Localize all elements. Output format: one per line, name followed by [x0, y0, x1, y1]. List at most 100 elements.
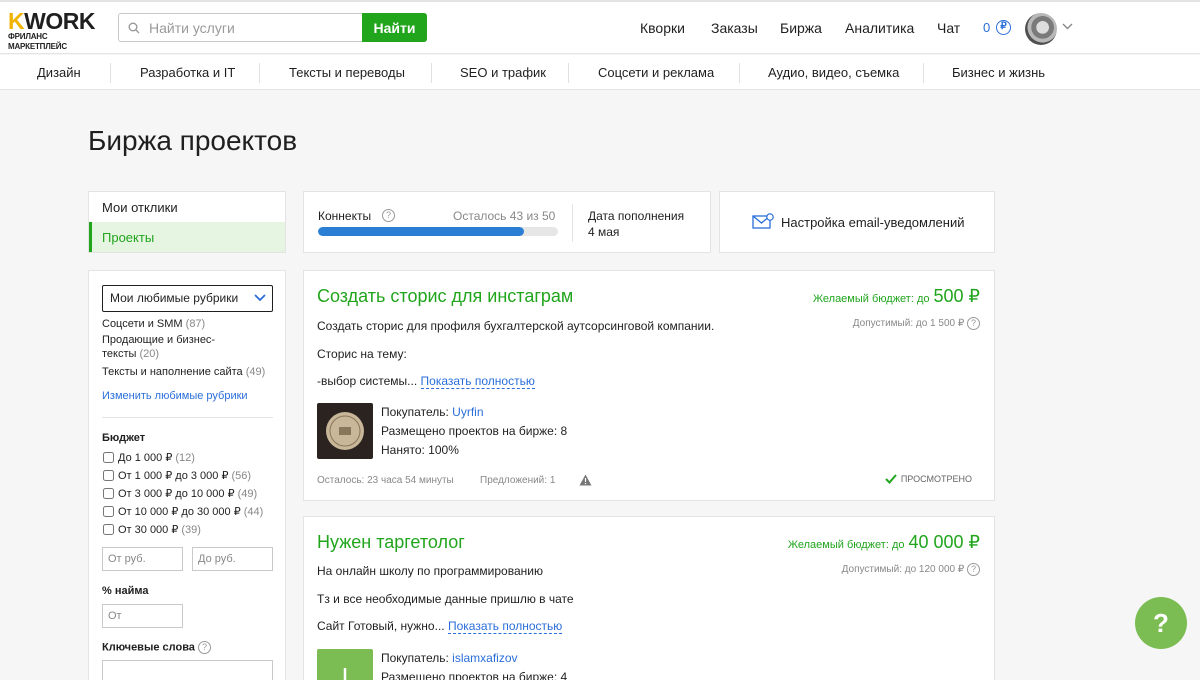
budget-to-input[interactable] [192, 547, 273, 571]
hire-percent-input[interactable] [102, 604, 183, 628]
logo-k: K [8, 8, 25, 34]
ruble-coin-icon[interactable]: ₽ [996, 20, 1011, 35]
help-circle-icon[interactable]: ? [382, 209, 395, 222]
budget-checkbox[interactable] [103, 488, 114, 499]
budget-checkbox[interactable] [103, 452, 114, 463]
rubric-item[interactable]: Соцсети и SMM (87) [102, 317, 262, 331]
project-desc-line: Сайт Готовый, нужно... Показать полность… [317, 619, 563, 634]
sidebar-item-my-responses[interactable]: Мои отклики [89, 192, 285, 222]
logo-text: WORK [24, 8, 95, 34]
project-desc-line: Создать сторис для профиля бухгалтерской… [317, 319, 715, 333]
category-divider [431, 63, 432, 83]
keywords-label: Ключевые слова ? [102, 641, 211, 654]
help-circle-icon[interactable]: ? [967, 563, 980, 576]
kwork-logo[interactable]: KWORK ФРИЛАНС МАРКЕТПЛЕЙС [8, 10, 108, 52]
buyer-hired: Нанято: 100% [381, 443, 459, 457]
budget-from-input[interactable] [102, 547, 183, 571]
sidebar-item-projects[interactable]: Проекты [89, 222, 285, 252]
category-design[interactable]: Дизайн [37, 65, 81, 80]
category-seo[interactable]: SEO и трафик [460, 65, 546, 80]
category-divider [110, 63, 111, 83]
keywords-input[interactable] [102, 660, 273, 680]
buyer-username[interactable]: islamxafizov [452, 651, 517, 665]
budget-option[interactable]: От 3 000 ₽ до 10 000 ₽ (49) [102, 487, 257, 500]
project-title[interactable]: Нужен таргетолог [317, 532, 465, 553]
budget-label: Бюджет [102, 432, 146, 444]
budget-option[interactable]: От 30 000 ₽ (39) [102, 523, 201, 536]
category-divider [923, 63, 924, 83]
email-settings-card[interactable]: Настройка email-уведомлений [719, 191, 995, 253]
show-more-link[interactable]: Показать полностью [420, 374, 535, 389]
project-card: Создать сторис для инстаграм Желаемый бю… [303, 270, 995, 501]
nav-orders[interactable]: Заказы [711, 20, 758, 36]
help-circle-icon[interactable]: ? [198, 641, 211, 654]
category-media[interactable]: Аудио, видео, съемка [768, 65, 899, 80]
project-card: Нужен таргетолог Желаемый бюджет: до 40 0… [303, 516, 995, 680]
connects-progress-bar [318, 227, 558, 236]
search-button[interactable]: Найти [362, 13, 427, 42]
rubric-item[interactable]: Продающие и бизнес-тексты (20) [102, 333, 232, 361]
refill-date-value: 4 мая [588, 225, 620, 239]
budget-checkbox[interactable] [103, 524, 114, 535]
budget-option[interactable]: От 1 000 ₽ до 3 000 ₽ (56) [102, 469, 251, 482]
divider [102, 417, 273, 418]
email-settings-label: Настройка email-уведомлений [781, 215, 965, 230]
chevron-down-icon [254, 294, 266, 302]
nav-analytics[interactable]: Аналитика [845, 20, 914, 36]
project-title[interactable]: Создать сторис для инстаграм [317, 286, 573, 307]
chevron-down-icon[interactable] [1062, 23, 1073, 30]
category-bar: Дизайн Разработка и IT Тексты и переводы… [0, 55, 1200, 90]
project-budget: Желаемый бюджет: до 500 ₽ [812, 286, 981, 306]
warning-icon[interactable] [579, 474, 592, 486]
budget-checkbox[interactable] [103, 506, 114, 517]
connects-label: Коннекты [318, 209, 372, 223]
project-allowed-budget: Допустимый: до 120 000 ₽ ? [842, 563, 980, 576]
nav-kworks[interactable]: Кворки [640, 20, 685, 36]
hire-percent-label: % найма [102, 585, 149, 597]
help-button[interactable]: ? [1135, 597, 1187, 649]
buyer-logo-icon [326, 412, 364, 450]
project-allowed-budget: Допустимый: до 1 500 ₽ ? [853, 317, 980, 330]
category-business[interactable]: Бизнес и жизнь [952, 65, 1045, 80]
budget-value: 500 ₽ [933, 286, 981, 306]
help-circle-icon[interactable]: ? [967, 317, 980, 330]
budget-option[interactable]: До 1 000 ₽ (12) [102, 451, 195, 464]
filter-panel: Мои любимые рубрики Соцсети и SMM (87) П… [88, 270, 286, 680]
refill-date-label: Дата пополнения [588, 209, 685, 223]
connects-progress-fill [318, 227, 525, 236]
category-development[interactable]: Разработка и IT [140, 65, 235, 80]
project-time-left: Осталось: 23 часа 54 минуты [317, 475, 454, 486]
buyer-avatar[interactable]: I [317, 649, 373, 680]
email-settings-icon [752, 213, 774, 229]
project-budget: Желаемый бюджет: до 40 000 ₽ [787, 532, 980, 552]
rubric-select[interactable]: Мои любимые рубрики [102, 285, 273, 312]
nav-chat[interactable]: Чат [937, 20, 960, 36]
budget-checkbox[interactable] [103, 470, 114, 481]
project-desc-line: Сторис на тему: [317, 347, 407, 361]
connects-card: Коннекты ? Осталось 43 из 50 Дата пополн… [303, 191, 711, 253]
buyer-projects-placed: Размещено проектов на бирже: 4 [381, 670, 568, 680]
buyer-avatar[interactable] [317, 403, 373, 459]
category-divider [568, 63, 569, 83]
connects-remaining: Осталось 43 из 50 [453, 209, 556, 223]
show-more-link[interactable]: Показать полностью [447, 619, 563, 634]
change-favorite-rubrics-link[interactable]: Изменить любимые рубрики [102, 390, 248, 402]
category-divider [739, 63, 740, 83]
search-box [118, 13, 363, 42]
budget-option[interactable]: От 10 000 ₽ до 30 000 ₽ (44) [102, 505, 263, 518]
category-social[interactable]: Соцсети и реклама [598, 65, 714, 80]
search-input[interactable] [149, 17, 354, 38]
sidebar-menu: Мои отклики Проекты [88, 191, 286, 253]
user-avatar[interactable] [1025, 13, 1057, 45]
nav-exchange[interactable]: Биржа [780, 20, 822, 36]
buyer-info: Покупатель: Uyrfin Размещено проектов на… [381, 403, 567, 460]
category-texts[interactable]: Тексты и переводы [289, 65, 405, 80]
buyer-info: Покупатель: islamxafizov Размещено проек… [381, 649, 567, 680]
search-icon [128, 22, 140, 34]
project-offers: Предложений: 1 [480, 475, 556, 486]
rubric-item[interactable]: Тексты и наполнение сайта (49) [102, 365, 277, 379]
balance-amount[interactable]: 0 [983, 20, 990, 35]
logo-subtitle: ФРИЛАНС МАРКЕТПЛЕЙС [8, 32, 67, 51]
buyer-username[interactable]: Uyrfin [452, 405, 483, 419]
checkmark-icon [885, 474, 897, 484]
